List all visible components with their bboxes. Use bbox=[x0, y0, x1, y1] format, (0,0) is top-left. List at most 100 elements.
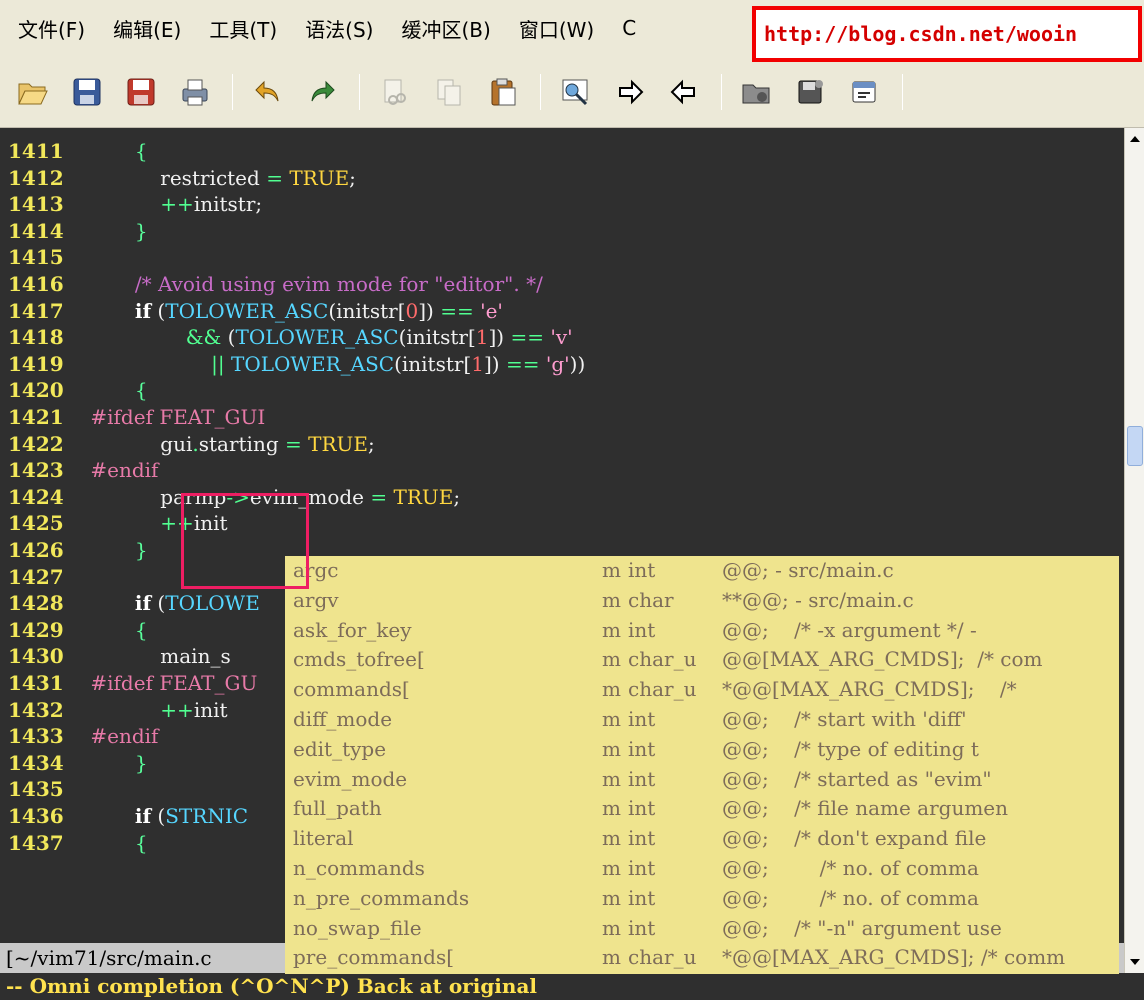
save-all-icon[interactable] bbox=[124, 75, 158, 109]
code-token: } bbox=[134, 538, 148, 562]
save-icon[interactable] bbox=[70, 75, 104, 109]
menu-edit[interactable]: 编辑(E) bbox=[113, 14, 181, 43]
scroll-down-arrow-icon[interactable] bbox=[1125, 951, 1144, 973]
code-line[interactable]: 1421 #ifdef FEAT_GUI bbox=[0, 402, 265, 432]
code-token: main_s bbox=[84, 644, 231, 669]
vertical-scrollbar[interactable] bbox=[1124, 128, 1144, 973]
open-icon[interactable] bbox=[16, 75, 50, 109]
completion-name: cmds_tofree[ bbox=[293, 647, 425, 672]
code-line[interactable]: 1416 /* Avoid using evim mode for "edito… bbox=[0, 269, 543, 299]
completion-item[interactable]: evim_mode m int @@; /* started as "evim" bbox=[285, 765, 1119, 795]
code-token: ; bbox=[349, 165, 356, 190]
completion-item[interactable]: commands[m char_u *@@[MAX_ARG_CMDS]; /* bbox=[285, 675, 1119, 705]
find-replace-icon[interactable] bbox=[559, 75, 593, 109]
back-icon[interactable] bbox=[667, 75, 701, 109]
scroll-thumb[interactable] bbox=[1127, 426, 1143, 467]
code-token: 1 bbox=[471, 351, 484, 376]
code-line[interactable]: 1422 gui.starting = TRUE; bbox=[0, 429, 375, 459]
toolbar-separator bbox=[902, 73, 903, 110]
completion-item[interactable]: edit_type m int @@; /* type of editing t bbox=[285, 735, 1119, 765]
completion-item[interactable]: no_swap_file m int @@; /* "-n" argument use bbox=[285, 914, 1119, 944]
code-line[interactable]: 1430 main_s bbox=[0, 641, 231, 671]
code-line[interactable]: 1423 #endif bbox=[0, 455, 158, 485]
completion-item[interactable]: cmds_tofree[m char_u @@[MAX_ARG_CMDS]; /* … bbox=[285, 645, 1119, 675]
menu-window[interactable]: 窗口(W) bbox=[519, 14, 594, 43]
menu-partial[interactable]: C bbox=[622, 16, 636, 40]
copy-icon[interactable] bbox=[432, 75, 466, 109]
line-number: 1424 bbox=[8, 484, 64, 509]
code-token: ++ bbox=[160, 192, 194, 217]
completion-item[interactable]: n_pre_commands m int @@; /* no. of comma bbox=[285, 884, 1119, 914]
code-line[interactable]: 1433 #endif bbox=[0, 721, 158, 751]
completion-item[interactable]: diff_mode m int @@; /* start with 'diff' bbox=[285, 705, 1119, 735]
print-icon[interactable] bbox=[178, 75, 212, 109]
code-line[interactable]: 1411 { bbox=[0, 136, 148, 166]
command-line[interactable]: -- Omni completion (^O^N^P) Back at orig… bbox=[0, 973, 1144, 1000]
completion-item[interactable]: argc m int @@; - src/main.c bbox=[285, 556, 1119, 586]
code-token: == bbox=[510, 325, 544, 350]
redo-icon[interactable] bbox=[305, 75, 339, 109]
code-line[interactable]: 1426 } bbox=[0, 535, 148, 565]
cut-icon[interactable] bbox=[378, 75, 412, 109]
code-token: if bbox=[134, 804, 152, 828]
code-line[interactable]: 1415 bbox=[0, 242, 84, 272]
code-line[interactable]: 1428 if (TOLOWE bbox=[0, 588, 260, 618]
code-line[interactable]: 1414 } bbox=[0, 216, 148, 246]
code-token: TOLOWE bbox=[165, 591, 260, 616]
code-line[interactable]: 1429 { bbox=[0, 615, 148, 645]
load-session-icon[interactable] bbox=[740, 75, 774, 109]
toolbar-separator bbox=[232, 73, 233, 110]
code-token: ( bbox=[221, 325, 236, 350]
code-line[interactable]: 1424 parmp->evim_mode = TRUE; bbox=[0, 482, 460, 512]
completion-item[interactable]: argv m char **@@; - src/main.c bbox=[285, 586, 1119, 616]
completion-item[interactable]: pre_commands[m char_u *@@[MAX_ARG_CMDS]; /… bbox=[285, 943, 1119, 973]
completion-name: commands[ bbox=[293, 677, 410, 702]
code-token: TRUE bbox=[289, 165, 350, 190]
undo-icon[interactable] bbox=[251, 75, 285, 109]
run-script-icon[interactable] bbox=[848, 75, 882, 109]
line-number: 1411 bbox=[8, 139, 64, 163]
code-line[interactable]: 1435 bbox=[0, 774, 84, 804]
toolbar-separator bbox=[359, 73, 360, 110]
scroll-up-arrow-icon[interactable] bbox=[1125, 128, 1144, 150]
code-line[interactable]: 1431 #ifdef FEAT_GU bbox=[0, 668, 257, 698]
save-session-icon[interactable] bbox=[794, 75, 828, 109]
menu-syntax[interactable]: 语法(S) bbox=[305, 14, 373, 43]
omni-completion-popup[interactable]: argc m int @@; - src/main.c argv m char **@@; -… bbox=[285, 556, 1119, 974]
code-line[interactable]: 1412 restricted = TRUE; bbox=[0, 163, 356, 193]
line-number: 1431 bbox=[8, 671, 64, 695]
completion-item[interactable]: n_commands m int @@; /* no. of comma bbox=[285, 854, 1119, 884]
code-line[interactable]: 1418 && (TOLOWER_ASC(initstr[1]) == 'v' bbox=[0, 322, 573, 352]
completion-info: @@; /* no. of comma bbox=[722, 885, 979, 910]
completion-item[interactable]: literal m int @@; /* don't expand file bbox=[285, 824, 1119, 854]
code-line[interactable]: 1413 ++initstr; bbox=[0, 189, 262, 219]
menu-file[interactable]: 文件(F) bbox=[18, 14, 85, 43]
code-line[interactable]: 1420 { bbox=[0, 375, 148, 405]
code-token: restricted bbox=[84, 165, 267, 190]
code-token: TRUE bbox=[308, 431, 368, 456]
completion-item[interactable]: ask_for_key m int @@; /* -x argument */ - bbox=[285, 616, 1119, 646]
completion-info: @@; /* start with 'diff' bbox=[722, 706, 967, 731]
paste-icon[interactable] bbox=[486, 75, 520, 109]
code-token: init bbox=[193, 697, 228, 722]
menu-buffers[interactable]: 缓冲区(B) bbox=[402, 14, 491, 43]
menu-tools[interactable]: 工具(T) bbox=[209, 14, 277, 43]
code-line[interactable]: 1427 bbox=[0, 562, 84, 592]
code-line[interactable]: 1436 if (STRNIC bbox=[0, 801, 248, 831]
line-number: 1426 bbox=[8, 538, 64, 562]
code-line[interactable]: 1417 if (TOLOWER_ASC(initstr[0]) == 'e' bbox=[0, 296, 503, 326]
code-line[interactable]: 1419 || TOLOWER_ASC(initstr[1]) == 'g')) bbox=[0, 349, 585, 379]
code-line[interactable]: 1434 } bbox=[0, 748, 148, 778]
code-line[interactable]: 1425 ++init bbox=[0, 508, 228, 538]
code-line[interactable]: 1432 ++init bbox=[0, 695, 228, 725]
line-number: 1429 bbox=[8, 617, 64, 642]
completion-item[interactable]: full_path m int @@; /* file name argumen bbox=[285, 794, 1119, 824]
code-token: 0 bbox=[405, 298, 419, 323]
code-line[interactable]: 1437 { bbox=[0, 828, 148, 858]
forward-icon[interactable] bbox=[613, 75, 647, 109]
